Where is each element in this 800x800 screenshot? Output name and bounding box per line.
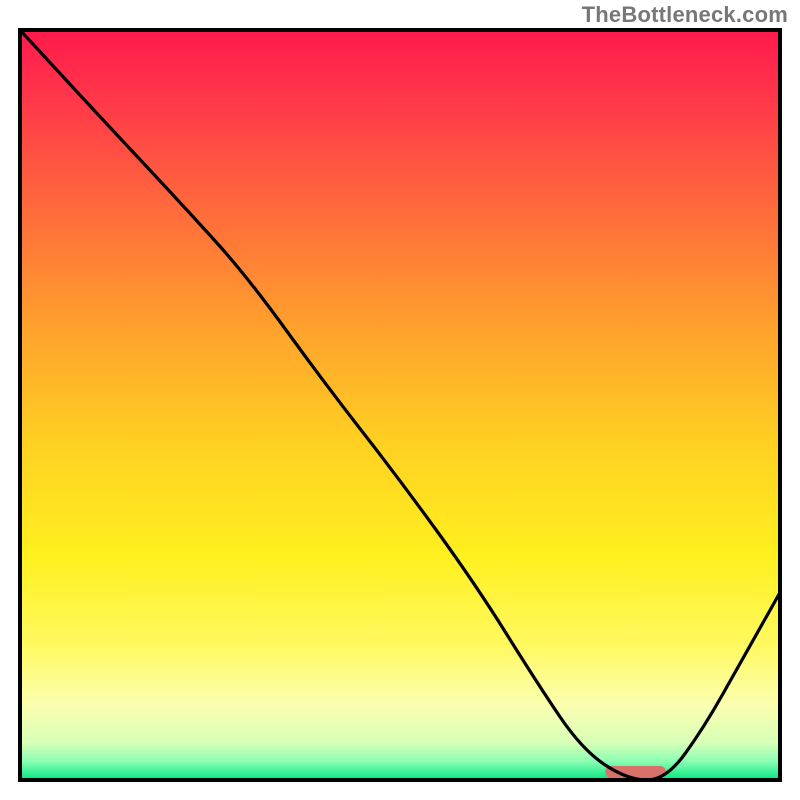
bottleneck-chart [0,0,800,800]
watermark-text: TheBottleneck.com [582,2,788,28]
plot-background [20,30,780,780]
chart-container: TheBottleneck.com [0,0,800,800]
